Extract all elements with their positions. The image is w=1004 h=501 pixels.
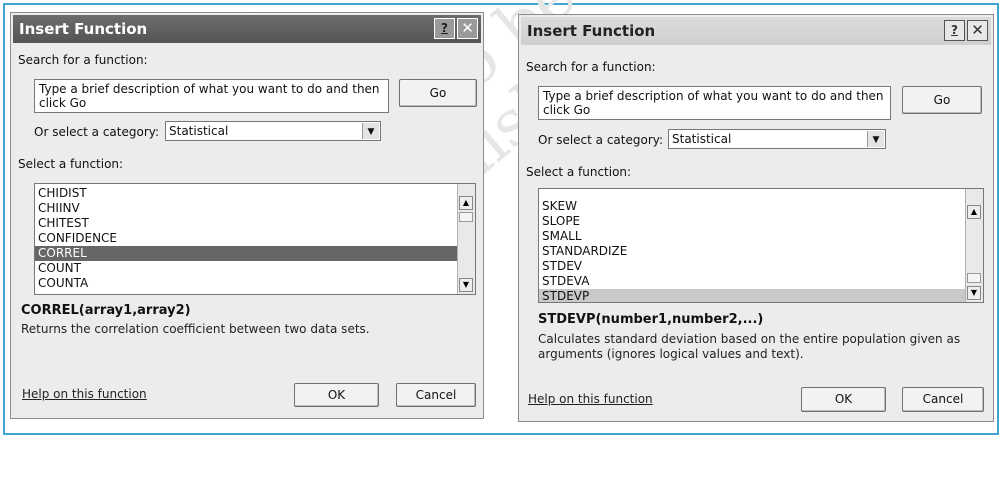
category-value: Statistical [672,132,732,146]
category-value: Statistical [169,124,229,138]
list-item[interactable]: CONFIDENCE [35,231,475,246]
chevron-down-icon[interactable]: ▼ [362,123,379,139]
cancel-button[interactable]: Cancel [396,383,476,407]
insert-function-dialog-left: Insert Function ? ✕ Search for a functio… [10,12,484,419]
list-item[interactable]: CHIDIST [35,186,475,201]
search-input[interactable]: Type a brief description of what you wan… [34,79,389,113]
function-signature: STDEVP(number1,number2,...) [538,312,764,327]
go-button[interactable]: Go [902,86,982,114]
list-item-selected[interactable]: STDEVP [539,289,965,302]
chevron-down-icon[interactable]: ▼ [867,131,884,147]
function-description: Calculates standard deviation based on t… [538,332,961,361]
function-list[interactable]: SKEW SLOPE SMALL STANDARDIZE STDEV STDEV… [538,188,984,303]
close-icon[interactable]: ✕ [967,20,988,41]
category-label: Or select a category: [538,133,664,147]
function-label: Select a function: [526,165,632,179]
list-scrollbar[interactable]: ▲ ▼ [457,184,475,294]
scroll-down-icon[interactable]: ▼ [459,278,473,292]
list-item-selected[interactable]: CORREL [35,246,457,261]
list-item[interactable]: STANDARDIZE [539,244,983,259]
scroll-up-icon[interactable]: ▲ [459,196,473,210]
function-list[interactable]: CHIDIST CHIINV CHITEST CONFIDENCE CORREL… [34,183,476,295]
list-item[interactable]: CHIINV [35,201,475,216]
ok-button[interactable]: OK [801,387,886,412]
scroll-down-icon[interactable]: ▼ [967,286,981,300]
search-label: Search for a function: [526,60,656,74]
list-item[interactable]: COUNT [35,261,475,276]
list-scrollbar[interactable]: ▲ ▼ [965,189,983,302]
search-input[interactable]: Type a brief description of what you wan… [538,86,891,120]
title-bar: Insert Function ? ✕ [521,17,991,45]
dialog-title: Insert Function [527,22,656,40]
scroll-up-icon[interactable]: ▲ [967,205,981,219]
category-select[interactable]: Statistical ▼ [165,121,381,141]
function-label: Select a function: [18,157,124,171]
function-description: Returns the correlation coefficient betw… [21,322,370,336]
dialog-title: Insert Function [19,20,148,38]
scroll-thumb[interactable] [459,212,473,222]
help-link[interactable]: Help on this function [22,387,147,401]
insert-function-dialog-right: Insert Function ? ✕ Search for a functio… [518,14,994,422]
cancel-button[interactable]: Cancel [902,387,984,412]
list-item[interactable]: SMALL [539,229,983,244]
go-button[interactable]: Go [399,79,477,107]
category-select[interactable]: Statistical ▼ [668,129,886,149]
category-label: Or select a category: [34,125,160,139]
list-item[interactable]: SLOPE [539,214,983,229]
help-icon[interactable]: ? [434,18,455,39]
list-item[interactable]: SKEW [539,199,983,214]
scroll-thumb[interactable] [967,273,981,283]
ok-button[interactable]: OK [294,383,379,407]
list-item[interactable]: CHITEST [35,216,475,231]
function-signature: CORREL(array1,array2) [21,303,191,318]
list-item[interactable]: STDEV [539,259,983,274]
title-bar: Insert Function ? ✕ [13,15,481,43]
close-icon[interactable]: ✕ [457,18,478,39]
list-item[interactable]: STDEVA [539,274,983,289]
help-icon[interactable]: ? [944,20,965,41]
search-label: Search for a function: [18,53,148,67]
list-item[interactable]: COUNTA [35,276,475,291]
help-link[interactable]: Help on this function [528,392,653,406]
